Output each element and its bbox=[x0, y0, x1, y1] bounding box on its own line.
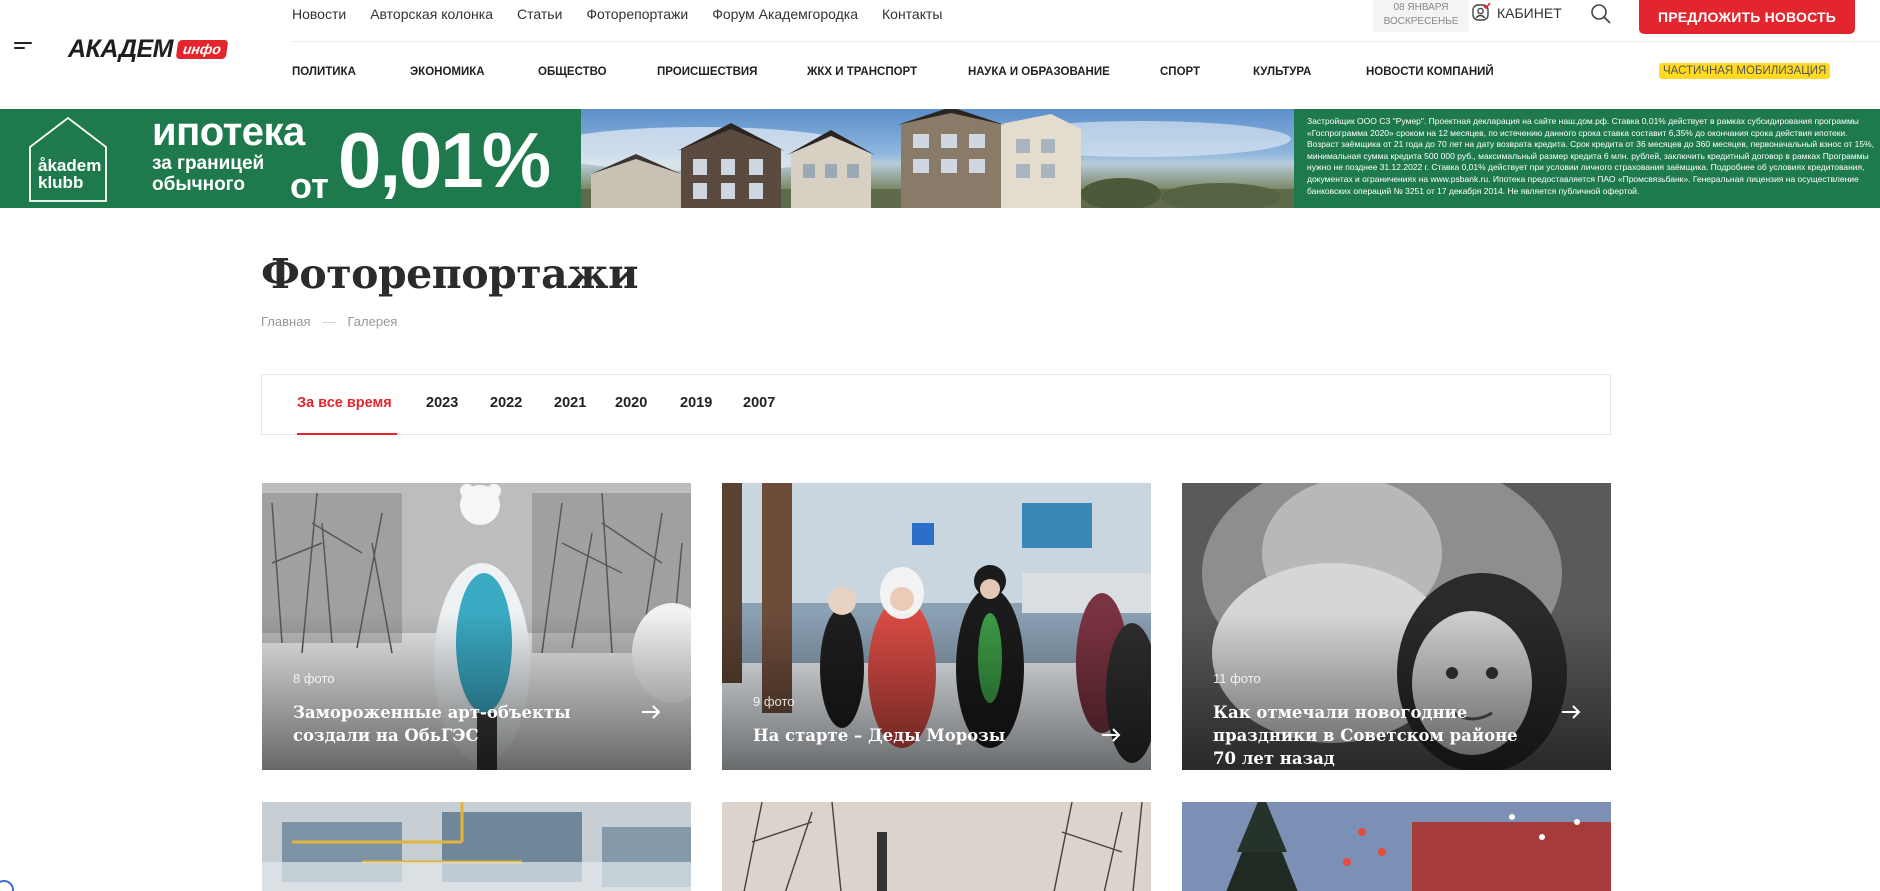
breadcrumb-separator: — bbox=[322, 314, 336, 329]
banner-headline: ипотека за границей обычного bbox=[152, 110, 305, 195]
ad-banner[interactable]: åkadem klubb ипотека за границей обычног… bbox=[0, 109, 1880, 208]
active-filter-underline bbox=[297, 433, 397, 435]
card-image bbox=[722, 802, 1151, 891]
banner-buildings-image bbox=[581, 109, 1294, 208]
top-nav-news[interactable]: Новости bbox=[292, 5, 346, 23]
user-icon bbox=[1472, 3, 1491, 21]
card-photo-count: 8 фото bbox=[293, 671, 335, 686]
category-politics[interactable]: Политика bbox=[292, 66, 356, 78]
search-icon[interactable] bbox=[1590, 3, 1612, 25]
arrow-right-icon bbox=[1562, 705, 1581, 719]
breadcrumb-home[interactable]: Главная bbox=[261, 314, 310, 329]
card-photo-count: 11 фото bbox=[1213, 671, 1261, 686]
breadcrumb-gallery[interactable]: Галерея bbox=[347, 314, 397, 329]
filter-2019[interactable]: 2019 bbox=[680, 395, 712, 411]
card-title: Замороженные арт-объекты создали на ОбьГ… bbox=[293, 703, 571, 745]
date-weekday: воскресенье bbox=[1383, 16, 1459, 27]
category-incidents[interactable]: Происшествия bbox=[657, 66, 757, 78]
site-logo[interactable]: АКАДЕМ инфо bbox=[68, 35, 229, 64]
cabinet-label: Кабинет bbox=[1497, 5, 1562, 21]
gallery-card[interactable] bbox=[262, 802, 691, 891]
site-header: АКАДЕМ инфо Новости Авторская колонка Ст… bbox=[0, 0, 1880, 109]
logo-badge: инфо bbox=[175, 40, 229, 59]
year-filter: За все время 2023 2022 2021 2020 2019 20… bbox=[261, 374, 1611, 435]
gallery-card[interactable]: 8 фото Замороженные арт-объекты создали … bbox=[262, 483, 691, 770]
gallery-card[interactable]: 9 фото На старте – Деды Морозы bbox=[722, 483, 1151, 770]
category-company-news[interactable]: Новости компаний bbox=[1366, 66, 1494, 78]
filter-2023[interactable]: 2023 bbox=[426, 395, 458, 411]
filter-all-time[interactable]: За все время bbox=[297, 395, 392, 411]
arrow-right-icon bbox=[1102, 728, 1121, 742]
menu-icon[interactable] bbox=[14, 42, 32, 54]
category-housing-transport[interactable]: ЖКХ и транспорт bbox=[807, 66, 917, 78]
mobilization-badge[interactable]: Частичная мобилизация bbox=[1659, 63, 1831, 79]
category-science-education[interactable]: Наука и образование bbox=[968, 66, 1110, 78]
header-divider bbox=[292, 41, 1880, 42]
card-image bbox=[1182, 802, 1611, 891]
card-title: На старте – Деды Морозы bbox=[753, 726, 1006, 745]
filter-2020[interactable]: 2020 bbox=[615, 395, 647, 411]
top-nav-forum[interactable]: Форум Академгородка bbox=[712, 5, 858, 23]
top-nav-articles[interactable]: Статьи bbox=[517, 5, 562, 23]
top-nav-photoreports[interactable]: Фоторепортажи bbox=[586, 5, 688, 23]
current-date: 08 января воскресенье bbox=[1373, 0, 1469, 32]
category-culture[interactable]: Культура bbox=[1253, 66, 1311, 78]
filter-2007[interactable]: 2007 bbox=[743, 395, 775, 411]
banner-logo-text: åkadem klubb bbox=[38, 156, 102, 192]
gallery-card[interactable] bbox=[1182, 802, 1611, 891]
gallery-card[interactable]: 11 фото Как отмечали новогодние праздник… bbox=[1182, 483, 1611, 770]
gallery-card[interactable] bbox=[722, 802, 1151, 891]
category-sport[interactable]: Спорт bbox=[1160, 66, 1200, 78]
logo-text: АКАДЕМ bbox=[68, 35, 173, 63]
category-nav: Политика Экономика Общество Происшествия… bbox=[292, 66, 1592, 82]
category-economy[interactable]: Экономика bbox=[410, 66, 485, 78]
date-day: 08 января bbox=[1393, 2, 1449, 13]
card-title: Как отмечали новогодние праздники в Сове… bbox=[1213, 703, 1518, 768]
card-photo-count: 9 фото bbox=[753, 694, 795, 709]
banner-fineprint: Застройщик ООО СЗ "Румер". Проектная дек… bbox=[1307, 116, 1875, 196]
filter-2022[interactable]: 2022 bbox=[490, 395, 522, 411]
corner-widget-icon[interactable] bbox=[0, 880, 14, 891]
suggest-news-button[interactable]: Предложить новость bbox=[1639, 0, 1855, 34]
cabinet-link[interactable]: Кабинет bbox=[1471, 3, 1562, 23]
banner-ot: от bbox=[290, 165, 329, 206]
category-society[interactable]: Общество bbox=[538, 66, 607, 78]
top-nav: Новости Авторская колонка Статьи Фотореп… bbox=[292, 5, 966, 23]
arrow-right-icon bbox=[642, 705, 661, 719]
filter-2021[interactable]: 2021 bbox=[554, 395, 586, 411]
top-nav-contacts[interactable]: Контакты bbox=[882, 5, 942, 23]
breadcrumb: Главная — Галерея bbox=[261, 314, 397, 329]
page-title: Фоторепортажи bbox=[261, 250, 639, 298]
top-nav-columns[interactable]: Авторская колонка bbox=[370, 5, 493, 23]
banner-rate: 0,01% bbox=[338, 116, 551, 204]
card-image bbox=[262, 802, 691, 891]
